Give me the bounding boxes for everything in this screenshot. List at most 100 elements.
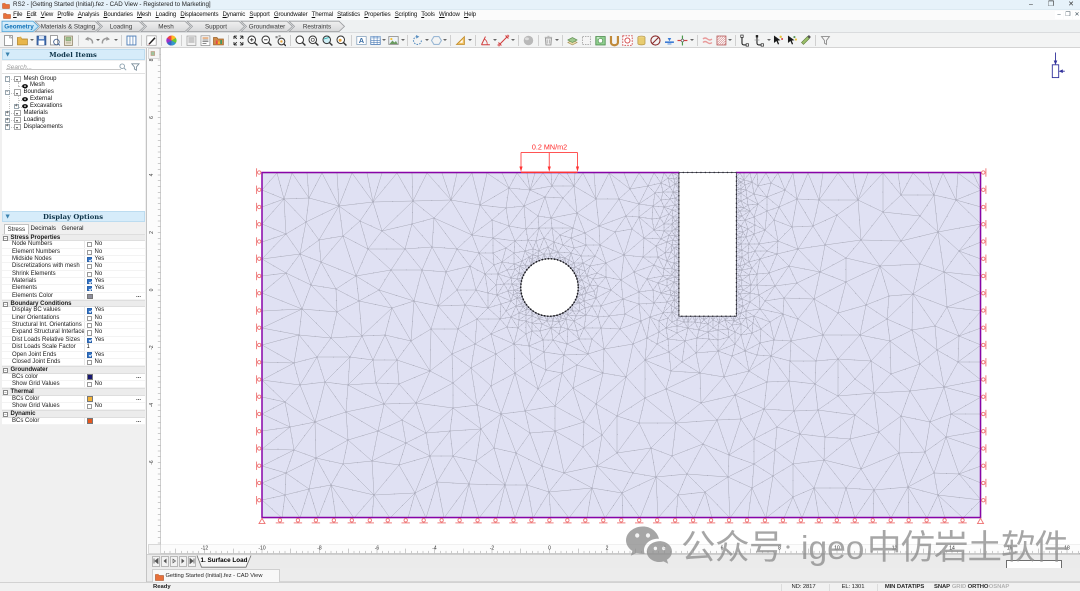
- cad-canvas[interactable]: 86420-2-4-6 -12-10-8-6-4-202468101214161…: [147, 48, 1080, 554]
- mdi-close-button[interactable]: ✕: [1073, 11, 1080, 20]
- zoom-window-button[interactable]: [294, 34, 307, 47]
- tree-dropdown-icon[interactable]: [14, 89, 21, 95]
- grid-row-show-grid-values[interactable]: Show Grid ValuesNo: [2, 403, 145, 410]
- checkbox-unchecked[interactable]: [87, 330, 92, 335]
- grid-row-shrink-elements[interactable]: Shrink ElementsNo: [2, 271, 145, 278]
- excavate-button[interactable]: [608, 34, 621, 47]
- set-square-dropdown[interactable]: [468, 33, 473, 46]
- menu-analysis[interactable]: Analysis: [76, 10, 102, 20]
- save-button[interactable]: [35, 34, 48, 47]
- collapse-box-icon[interactable]: -: [5, 76, 11, 82]
- snapshot-button[interactable]: [594, 34, 607, 47]
- menu-statistics[interactable]: Statistics: [335, 10, 362, 20]
- osnap-toggle[interactable]: OSNAP: [979, 583, 1019, 591]
- grid-row-bcs-color[interactable]: BCs Color...: [2, 396, 145, 403]
- grid-row-bcs-color[interactable]: BCs Color...: [2, 418, 145, 425]
- zoom-in-button[interactable]: [246, 34, 259, 47]
- checkbox-unchecked[interactable]: [87, 323, 92, 328]
- tree-item-external[interactable]: External: [2, 96, 145, 103]
- rotate-selection-button[interactable]: [411, 34, 424, 47]
- print-preview-button[interactable]: [48, 34, 61, 47]
- open-file-dropdown[interactable]: [30, 33, 35, 46]
- group-collapse-icon[interactable]: −: [3, 390, 8, 395]
- color-swatch[interactable]: [87, 396, 93, 401]
- grid-table-button[interactable]: [369, 34, 382, 47]
- browse-button[interactable]: ...: [136, 396, 141, 403]
- node-tool-2-dropdown[interactable]: [766, 33, 771, 46]
- menu-edit[interactable]: Edit: [24, 10, 38, 20]
- tree-item-loading[interactable]: +Loading: [2, 117, 145, 124]
- grid-row-element-numbers[interactable]: Element NumbersNo: [2, 249, 145, 256]
- dimension-dropdown[interactable]: [511, 33, 516, 46]
- tree-item-mesh[interactable]: Mesh: [2, 82, 145, 89]
- min-datatips-toggle[interactable]: MIN DATATIPS: [882, 583, 927, 591]
- grid-row-show-grid-values[interactable]: Show Grid ValuesNo: [2, 381, 145, 388]
- display-tab-general[interactable]: General: [59, 224, 87, 234]
- menu-groundwater[interactable]: Groundwater: [272, 10, 310, 20]
- undo-button[interactable]: [82, 34, 95, 47]
- grid-row-elements-color[interactable]: Elements Color...: [2, 293, 145, 300]
- color-swatch[interactable]: [87, 418, 93, 423]
- tree-item-displacements[interactable]: +Displacements: [2, 124, 145, 131]
- menu-file[interactable]: File: [11, 10, 24, 20]
- menu-displacements[interactable]: Displacements: [178, 10, 220, 20]
- text-label-button[interactable]: A: [355, 34, 368, 47]
- zoom-out-button[interactable]: [260, 34, 273, 47]
- group-collapse-icon[interactable]: −: [3, 412, 8, 417]
- open-file-button[interactable]: [16, 34, 29, 47]
- close-button[interactable]: ✕: [1062, 0, 1080, 10]
- menu-dynamic[interactable]: Dynamic: [220, 10, 247, 20]
- menu-properties[interactable]: Properties: [362, 10, 392, 20]
- zoom-extents-button[interactable]: [307, 34, 320, 47]
- joint-boundary-button[interactable]: [701, 34, 714, 47]
- checkbox-unchecked[interactable]: [87, 382, 92, 387]
- delete-dropdown[interactable]: [555, 33, 560, 46]
- expand-box-icon[interactable]: +: [5, 118, 11, 124]
- checkbox-unchecked[interactable]: [87, 404, 92, 409]
- grid-row-midside-nodes[interactable]: Midside NodesYes: [2, 256, 145, 263]
- grid-table-dropdown[interactable]: [382, 33, 387, 46]
- protractor-button[interactable]: [479, 34, 492, 47]
- visibility-eye-icon[interactable]: [22, 97, 28, 102]
- display-tab-decimals[interactable]: Decimals: [28, 224, 59, 234]
- group-collapse-icon[interactable]: −: [3, 236, 8, 241]
- node-tool-1-button[interactable]: [739, 34, 752, 47]
- checkbox-unchecked[interactable]: [87, 272, 92, 277]
- expand-box-icon[interactable]: +: [5, 124, 11, 130]
- checkbox-checked[interactable]: [87, 338, 92, 343]
- menu-thermal[interactable]: Thermal: [310, 10, 336, 20]
- project-settings-button[interactable]: [62, 34, 75, 47]
- redo-button[interactable]: [100, 34, 113, 47]
- checkbox-unchecked[interactable]: [87, 264, 92, 269]
- grid-row-materials[interactable]: MaterialsYes: [2, 278, 145, 285]
- menu-mesh[interactable]: Mesh: [135, 10, 154, 20]
- visibility-eye-icon[interactable]: [22, 84, 28, 89]
- borehole-button[interactable]: [635, 34, 648, 47]
- grid-row-discretizations-with-mesh[interactable]: Discretizations with meshNo: [2, 263, 145, 270]
- expand-box-icon[interactable]: +: [5, 111, 11, 117]
- grid-row-structural-int-orientations[interactable]: Structural Int. OrientationsNo: [2, 322, 145, 329]
- select-points-button[interactable]: [785, 34, 798, 47]
- tree-dropdown-icon[interactable]: [14, 124, 21, 130]
- checkbox-unchecked[interactable]: [87, 250, 92, 255]
- value-text[interactable]: 1: [87, 344, 90, 351]
- expand-box-icon[interactable]: +: [14, 104, 20, 110]
- minimize-button[interactable]: –: [1022, 0, 1040, 10]
- group-collapse-icon[interactable]: −: [3, 368, 8, 373]
- checkbox-checked[interactable]: [87, 286, 92, 291]
- report-view-button[interactable]: [199, 34, 212, 47]
- checkbox-unchecked[interactable]: [87, 316, 92, 321]
- section-cut-dropdown[interactable]: [690, 33, 695, 46]
- trench-excavation[interactable]: [679, 173, 737, 317]
- tree-dropdown-icon[interactable]: [14, 110, 21, 116]
- new-file-button[interactable]: [2, 34, 15, 47]
- section-cut-button[interactable]: [676, 34, 689, 47]
- sphere-button[interactable]: [522, 34, 535, 47]
- copy-object-button[interactable]: [580, 34, 593, 47]
- tree-item-excavations[interactable]: +Excavations: [2, 103, 145, 110]
- color-wheel-button[interactable]: [165, 34, 178, 47]
- first-stage-button[interactable]: [152, 556, 160, 567]
- browse-button[interactable]: ...: [136, 374, 141, 381]
- filter-icon[interactable]: [131, 63, 140, 71]
- menu-loading[interactable]: Loading: [153, 10, 178, 20]
